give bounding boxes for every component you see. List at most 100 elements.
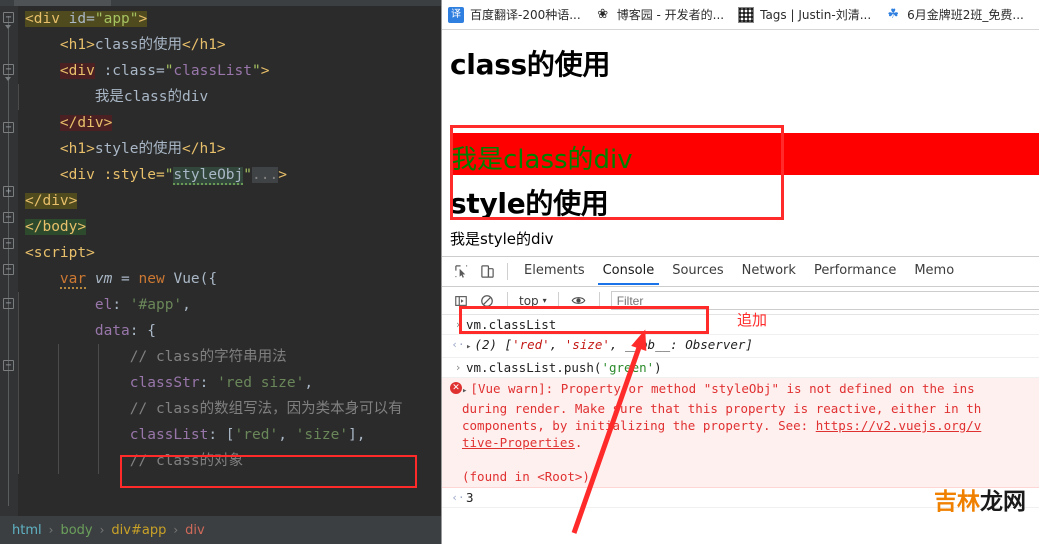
tab-console[interactable]: Console (594, 258, 664, 285)
tab-network[interactable]: Network (733, 258, 805, 285)
fold-marker-collapse[interactable]: − (1, 120, 16, 135)
code-token: // class的数组写法，因为类本身可以有 (129, 401, 403, 417)
bookmark-item[interactable]: ❀ 博客园 - 开发者的... (595, 6, 724, 23)
code-token: : { (129, 323, 156, 339)
fold-marker-collapse[interactable]: − (1, 62, 16, 81)
code-token: <h1> (59, 141, 95, 157)
console-sidebar-icon[interactable] (448, 288, 474, 314)
console-token: , (549, 337, 565, 352)
bookmark-label: 博客园 - 开发者的... (616, 8, 725, 22)
code-token: : [ (208, 427, 235, 443)
expand-triangle-icon[interactable]: ▸ (462, 386, 467, 396)
fold-marker-expand[interactable]: + (1, 184, 16, 199)
breadcrumb-div-app[interactable]: div#app (111, 523, 166, 538)
console-prompt-marker: › (454, 318, 462, 331)
code-line[interactable]: classList: ['red', 'size'], (18, 422, 441, 448)
tab-sources[interactable]: Sources (663, 258, 732, 285)
tab-memory[interactable]: Memo (905, 258, 963, 285)
console-token: (2) (474, 337, 505, 352)
bookmark-item[interactable]: ☘ 6月金牌班2班_免费... (885, 6, 1024, 23)
tab-performance[interactable]: Performance (805, 258, 905, 285)
code-token: el (94, 297, 113, 313)
indent-guide (18, 84, 19, 110)
code-line[interactable]: </div> (18, 188, 441, 214)
code-line[interactable]: </div> (18, 110, 441, 136)
device-toolbar-icon[interactable] (474, 259, 500, 285)
console-prompt-marker: › (454, 361, 462, 374)
code-line[interactable]: <div id="app"> (18, 6, 441, 32)
breadcrumb-html[interactable]: html (12, 523, 42, 538)
execution-context-selector[interactable]: top ▾ (515, 294, 551, 308)
breadcrumb-body[interactable]: body (60, 523, 92, 538)
fold-marker-collapse[interactable]: − (1, 358, 16, 373)
code-line[interactable]: // class的数组写法，因为类本身可以有 (18, 396, 441, 422)
source-code[interactable]: <div id="app"> <h1>class的使用</h1> <div :c… (18, 6, 441, 516)
code-line[interactable]: var vm = new Vue({ (18, 266, 441, 292)
code-token: " (243, 167, 252, 183)
code-token: classStr (129, 375, 200, 391)
code-line[interactable]: // class的字符串用法 (18, 344, 441, 370)
fold-marker-collapse[interactable]: − (1, 236, 16, 251)
code-token: ... (252, 167, 279, 183)
indent-guide (18, 344, 19, 370)
fold-marker-collapse[interactable]: − (1, 296, 16, 311)
code-line[interactable]: <div :class="classList"> (18, 58, 441, 84)
breadcrumb-separator: › (173, 523, 179, 537)
code-line[interactable]: <script> (18, 240, 441, 266)
error-doc-link[interactable]: https://v2.vuejs.org/v (816, 418, 982, 433)
editor-gutter[interactable]: − − − + − − − − − (0, 6, 18, 516)
breadcrumb-div[interactable]: div (185, 523, 205, 538)
code-line[interactable]: <div :style="styleObj"...> (18, 162, 441, 188)
fold-marker-collapse[interactable]: − (1, 10, 16, 29)
indent-guide (98, 422, 99, 448)
filterbar-divider (557, 292, 559, 309)
error-doc-link[interactable]: tive-Properties (462, 435, 575, 450)
code-line[interactable]: classStr: 'red size', (18, 370, 441, 396)
tab-elements[interactable]: Elements (515, 258, 594, 285)
console-input-row[interactable]: › vm.classList.push('green') (442, 358, 1039, 378)
code-token: <script> (25, 245, 95, 261)
code-token: classList (173, 63, 252, 79)
annotation-label-append: 追加 (737, 311, 768, 329)
indent-guide (98, 370, 99, 396)
indent-guide (58, 396, 59, 422)
bookmark-item[interactable]: Tags | Justin-刘清... (738, 6, 871, 23)
code-token: id= (68, 11, 95, 27)
bookmark-label: 6月金牌班2班_免费... (907, 8, 1024, 22)
console-output-marker: ‹· (451, 338, 465, 351)
code-token: :class= (94, 63, 165, 79)
indent-guide (98, 396, 99, 422)
console-error-text: ▸ [Vue warn]: Property or method "styleOb… (462, 380, 981, 485)
editor-breadcrumb: html › body › div#app › div (0, 516, 441, 544)
code-tokens: // class的对象 (130, 453, 243, 469)
code-token: : (199, 375, 218, 391)
clear-console-icon[interactable] (474, 288, 500, 314)
code-line[interactable]: // class的对象 (18, 448, 441, 474)
bookmark-item[interactable]: 译百度翻译-200种语... (448, 6, 581, 23)
code-token: vm (94, 271, 113, 287)
console-result-row[interactable]: ‹· ▸ (2) ['red', 'size', __ob__: Observer] (442, 335, 1039, 358)
translate-icon: 译 (448, 6, 464, 23)
fold-marker-collapse[interactable]: − (1, 262, 16, 277)
console-filter-input[interactable] (610, 291, 1039, 310)
code-line[interactable]: </body> (18, 214, 441, 240)
code-line[interactable]: <h1>class的使用</h1> (18, 32, 441, 58)
code-line[interactable]: <h1>style的使用</h1> (18, 136, 441, 162)
fold-marker-collapse[interactable]: − (1, 210, 16, 225)
code-line[interactable]: 我是class的div (18, 84, 441, 110)
expand-triangle-icon[interactable]: ▸ (466, 342, 471, 352)
indent-guide (18, 370, 19, 396)
code-tokens: data: { (95, 323, 156, 339)
code-line[interactable]: data: { (18, 318, 441, 344)
inspect-element-icon[interactable] (448, 259, 474, 285)
watermark: 吉林龙网 (934, 482, 1026, 516)
code-line[interactable]: el: '#app', (18, 292, 441, 318)
indent-guide (18, 422, 19, 448)
live-expression-icon[interactable] (566, 288, 592, 314)
console-error-row[interactable]: ✕ ▸ [Vue warn]: Property or method "styleO… (442, 378, 1039, 488)
console-row-text: ▸ (2) ['red', 'size', __ob__: Observer] (466, 337, 753, 355)
